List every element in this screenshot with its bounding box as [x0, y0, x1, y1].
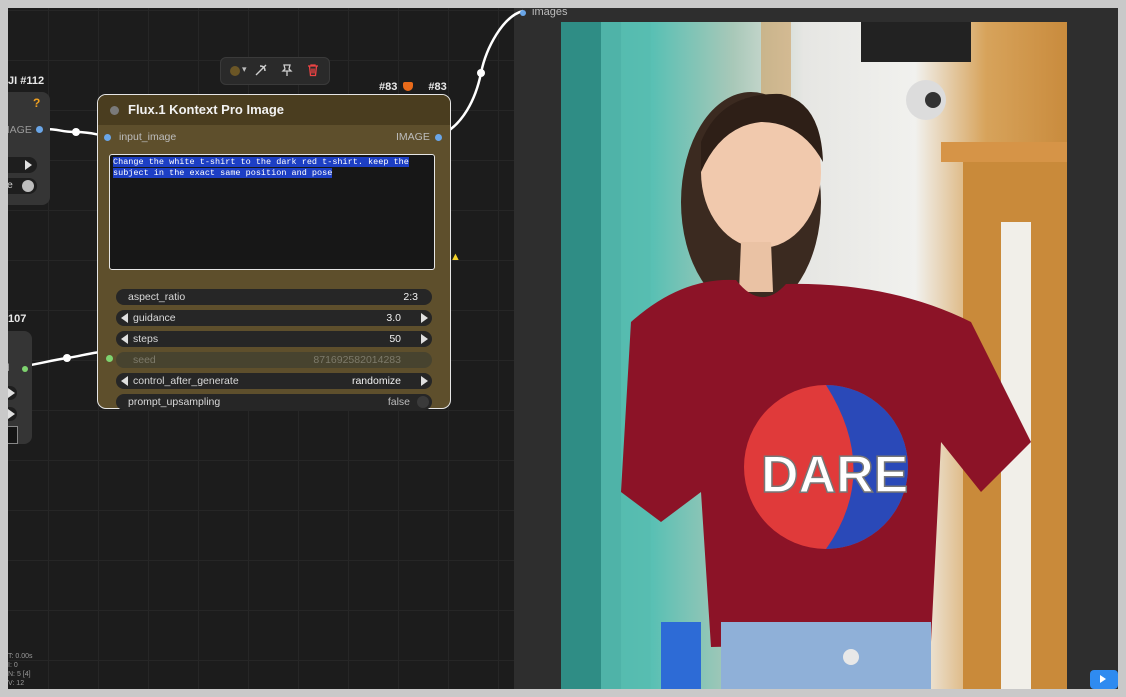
widget-guidance[interactable]: guidance 3.0 [116, 310, 432, 326]
node-107-output-slot[interactable] [22, 366, 28, 372]
node-107-id: 107 [8, 313, 27, 325]
right-arrow-icon[interactable] [25, 160, 32, 170]
preview-input-label: images [532, 8, 568, 18]
widget-value: false [387, 396, 410, 408]
node-107-input-box[interactable] [8, 426, 18, 444]
widget-label: control_after_generate [133, 375, 239, 387]
trash-icon[interactable] [305, 63, 321, 79]
widget-label: seed [133, 354, 156, 366]
seed-input-slot[interactable] [106, 355, 113, 362]
pin-glyph [281, 64, 293, 76]
node-112[interactable]: ? IMAGE e [8, 92, 50, 205]
photo-illustration: DARE [561, 22, 1067, 689]
color-swatch-icon[interactable] [230, 66, 240, 76]
widget-value: 871692582014283 [313, 354, 401, 366]
input-image-label: input_image [119, 131, 177, 143]
node-selection-toolbar: ▾ [220, 57, 330, 85]
preview-image: DARE [561, 22, 1067, 689]
node-badges: #83 #83 [379, 81, 453, 93]
decrement-arrow-icon[interactable] [121, 313, 128, 323]
decrement-arrow-icon[interactable] [121, 334, 128, 344]
trash-glyph [308, 64, 318, 77]
render-stats: T: 0.00s I: 0 N: 5 [4] V: 12 [8, 652, 33, 688]
widget-value: 2:3 [403, 291, 418, 303]
widget-label: aspect_ratio [128, 291, 186, 303]
node-107-widget-2[interactable] [8, 407, 17, 421]
app-frame: JI #112 ? IMAGE e 107 ed ▾ [8, 8, 1118, 689]
widget-aspect-ratio[interactable]: aspect_ratio 2:3 [116, 289, 432, 305]
node-title: Flux.1 Kontext Pro Image [128, 102, 285, 117]
stat-line: T: 0.00s [8, 653, 33, 660]
shirt-logo-text: DARE [761, 446, 908, 504]
flux-kontext-node[interactable]: Flux.1 Kontext Pro Image input_image IMA… [97, 94, 451, 410]
widget-value: 50 [389, 333, 401, 345]
node-107-slot-label: ed [8, 362, 10, 374]
pin-icon[interactable] [279, 63, 295, 79]
node-header[interactable]: Flux.1 Kontext Pro Image [98, 95, 450, 125]
bypass-glyph [255, 64, 267, 76]
widget-control-after-generate[interactable]: control_after_generate randomize [116, 373, 432, 389]
widget-label: steps [133, 333, 159, 345]
node-112-toggle[interactable]: e [8, 178, 37, 194]
node-112-widget[interactable] [8, 157, 37, 173]
prompt-textarea[interactable]: Change the white t-shirt to the dark red… [109, 154, 435, 270]
node-112-id: JI #112 [8, 75, 45, 87]
stat-line: V: 12 [8, 680, 25, 687]
preview-input-slot[interactable] [520, 10, 526, 16]
increment-arrow-icon[interactable] [421, 376, 428, 386]
output-slot-row: IMAGE [388, 131, 444, 145]
widget-seed[interactable]: seed 871692582014283 [116, 352, 432, 368]
fox-icon [403, 82, 414, 91]
decrement-arrow-icon[interactable] [121, 376, 128, 386]
node-107[interactable]: ed [8, 331, 32, 444]
widget-prompt-upsampling[interactable]: prompt_upsampling false [116, 394, 432, 410]
node-id-badge-2: #83 [428, 81, 447, 93]
node-107-widget-1[interactable] [8, 386, 17, 400]
help-icon[interactable]: ? [33, 96, 40, 110]
widget-label: prompt_upsampling [128, 396, 221, 408]
chevron-down-icon[interactable]: ▾ [242, 64, 247, 75]
right-arrow-icon[interactable] [8, 409, 15, 419]
widget-steps[interactable]: steps 50 [116, 331, 432, 347]
increment-arrow-icon[interactable] [421, 313, 428, 323]
toggle-knob[interactable] [417, 396, 429, 408]
widget-label: guidance [133, 312, 176, 324]
stat-line: N: 5 [4] [8, 671, 31, 678]
mouse-cursor-icon: ▲ [450, 251, 461, 263]
node-112-output-label: IMAGE [8, 124, 32, 136]
widget-value: randomize [351, 375, 401, 387]
toggle-knob[interactable] [22, 180, 34, 192]
bypass-icon[interactable] [253, 63, 269, 79]
input-image-slot[interactable] [104, 134, 111, 141]
node-id-badge: #83 [379, 81, 398, 93]
prompt-text: Change the white t-shirt to the dark red… [113, 157, 409, 178]
output-image-slot[interactable] [435, 134, 442, 141]
stat-line: I: 0 [8, 662, 18, 669]
play-icon [1100, 675, 1106, 683]
increment-arrow-icon[interactable] [421, 334, 428, 344]
collapse-dot-icon[interactable] [110, 106, 119, 115]
node-112-output-slot[interactable] [36, 126, 43, 133]
output-image-label: IMAGE [396, 131, 430, 143]
right-arrow-icon[interactable] [8, 388, 15, 398]
widget-value: 3.0 [386, 312, 401, 324]
toggle-label: e [8, 179, 13, 191]
run-button[interactable] [1090, 670, 1118, 689]
